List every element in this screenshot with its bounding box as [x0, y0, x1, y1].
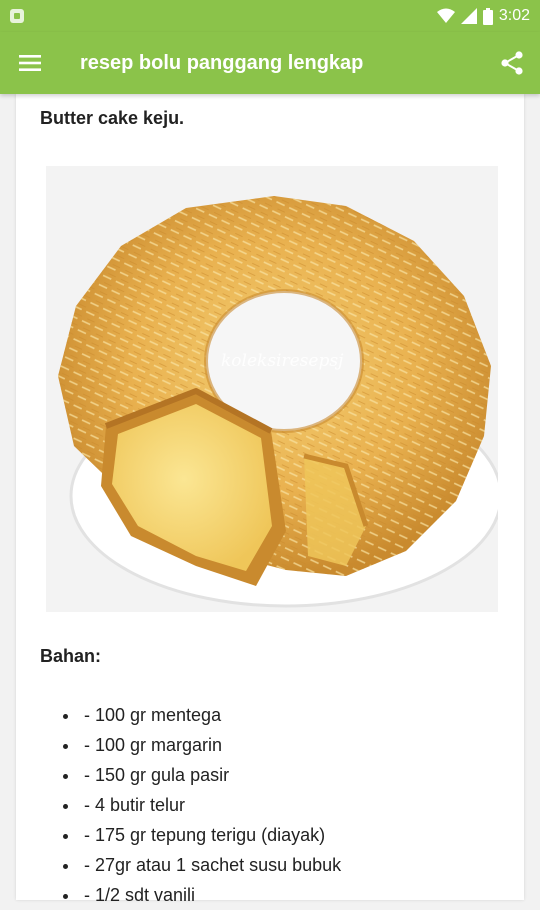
- menu-button[interactable]: [0, 32, 60, 94]
- battery-icon: [482, 7, 493, 25]
- recipe-title: Butter cake keju.: [40, 108, 185, 128]
- watermark-text: koleksiresepsj: [221, 351, 344, 371]
- share-icon: [501, 51, 523, 75]
- ingredients-list: - 100 gr mentega - 100 gr margarin - 150…: [60, 700, 341, 910]
- app-bar: resep bolu panggang lengkap: [0, 32, 540, 94]
- share-button[interactable]: [484, 32, 540, 94]
- menu-icon: [19, 55, 41, 71]
- notification-icon: [10, 9, 24, 23]
- status-time: 3:02: [498, 7, 530, 24]
- ingredients-heading: Bahan:: [40, 646, 102, 666]
- list-item: - 150 gr gula pasir: [80, 760, 341, 790]
- article-card: Butter cake keju. koleksiresepsj Bahan: …: [16, 94, 524, 905]
- list-item: - 4 butir telur: [80, 790, 341, 820]
- app-title: resep bolu panggang lengkap: [80, 51, 364, 74]
- cake-photo: koleksiresepsj: [46, 166, 498, 612]
- list-item: - 1/2 sdt vanili: [80, 880, 341, 910]
- list-item: - 100 gr mentega: [80, 700, 341, 730]
- list-item: - 100 gr margarin: [80, 730, 341, 760]
- list-item: - 27gr atau 1 sachet susu bubuk: [80, 850, 341, 880]
- signal-icon: [460, 8, 477, 24]
- status-bar: 3:02: [0, 0, 540, 32]
- cake-illustration: koleksiresepsj: [46, 166, 498, 612]
- list-item: - 175 gr tepung terigu (diayak): [80, 820, 341, 850]
- wifi-icon: [436, 8, 455, 23]
